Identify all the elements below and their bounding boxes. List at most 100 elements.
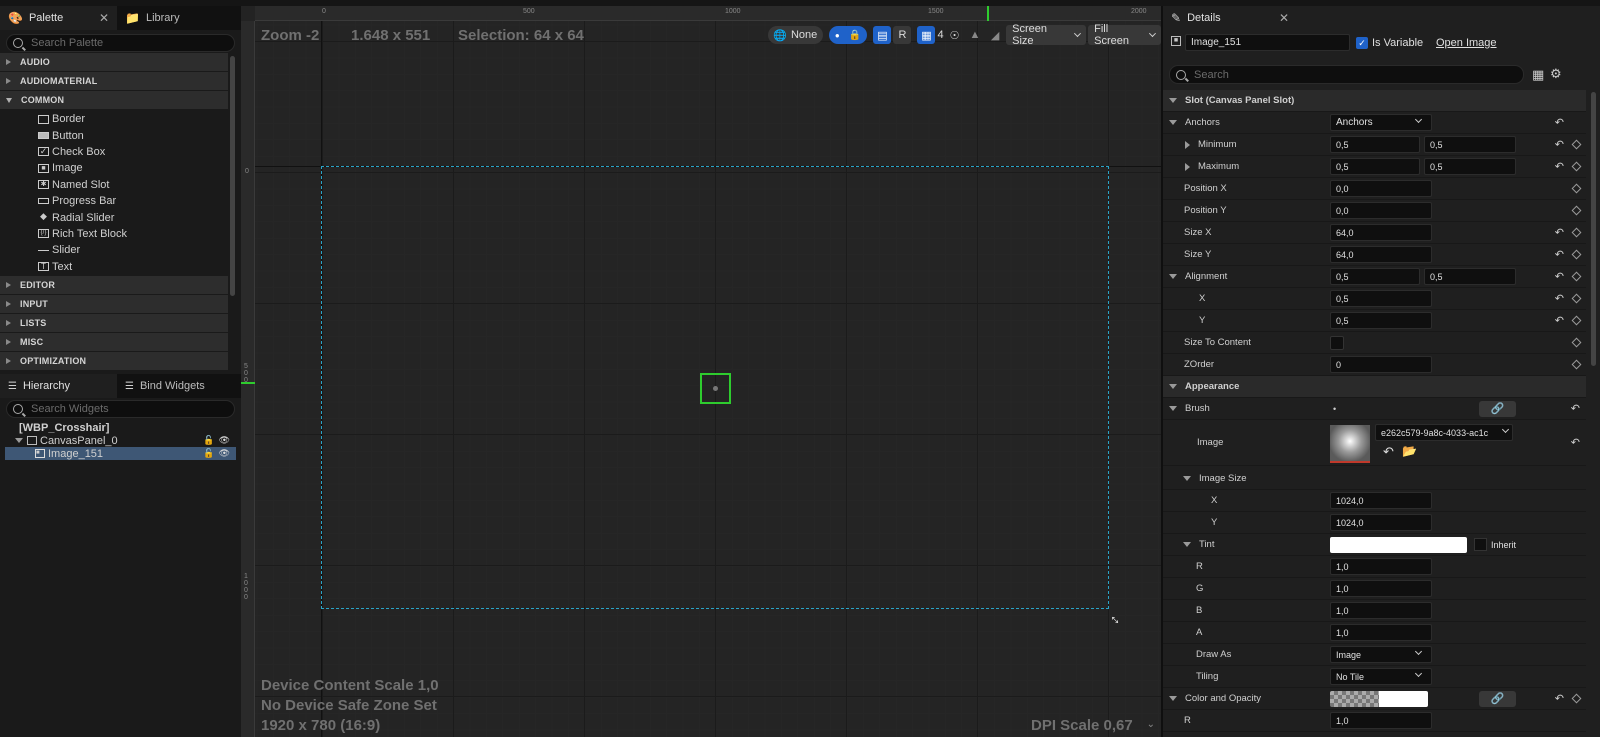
keyframe-icon[interactable] <box>1571 337 1582 348</box>
image-size-x-input[interactable]: 1024,0 <box>1330 492 1432 509</box>
category-misc[interactable]: MISC <box>0 332 228 352</box>
keyframe-icon[interactable] <box>1571 249 1582 260</box>
browse-icon[interactable]: 📂 <box>1402 444 1417 458</box>
palette-item-text[interactable]: T Text <box>0 259 228 275</box>
hierarchy-canvas-panel[interactable]: CanvasPanel_0 🔓 👁 <box>5 434 236 447</box>
respect-locks-button[interactable]: R <box>893 26 912 44</box>
size-y-input[interactable]: 64,0 <box>1330 246 1432 263</box>
palette-item-radial-slider[interactable]: ◆ Radial Slider <box>0 209 228 225</box>
keyframe-icon[interactable] <box>1571 161 1582 172</box>
tint-r-input[interactable]: 1,0 <box>1330 558 1432 575</box>
position-y-input[interactable]: 0,0 <box>1330 202 1432 219</box>
open-image-link[interactable]: Open Image <box>1436 37 1497 49</box>
alignment-y-input[interactable]: 0,5 <box>1424 268 1516 285</box>
section-appearance[interactable]: Appearance <box>1163 376 1586 398</box>
transform-icon[interactable]: ☉ <box>946 26 964 44</box>
fill-screen-dropdown[interactable]: Fill Screen <box>1088 23 1161 47</box>
alignment-x-input[interactable]: 0,5 <box>1330 268 1420 285</box>
expand-arrow-icon[interactable] <box>1169 696 1177 701</box>
palette-search-input[interactable]: Search Palette <box>6 34 235 52</box>
reset-icon[interactable]: ↶ <box>1555 248 1564 261</box>
section-slot[interactable]: Slot (Canvas Panel Slot) <box>1163 90 1586 112</box>
image-mode-icon[interactable]: ▲ <box>966 26 985 44</box>
keyframe-icon[interactable] <box>1571 315 1582 326</box>
keyframe-icon[interactable] <box>1571 139 1582 150</box>
reset-icon[interactable]: ↶ <box>1555 270 1564 283</box>
close-icon[interactable]: ✕ <box>99 11 109 25</box>
tint-color-swatch[interactable] <box>1330 536 1467 553</box>
expand-arrow-icon[interactable] <box>1183 542 1191 547</box>
alignment-x-field[interactable]: 0,5 <box>1330 290 1432 307</box>
keyframe-icon[interactable] <box>1571 227 1582 238</box>
lock-toggle[interactable]: ● 🔒 <box>828 26 868 44</box>
minimum-y-input[interactable]: 0,5 <box>1424 136 1516 153</box>
maximum-y-input[interactable]: 0,5 <box>1424 158 1516 175</box>
link-button[interactable]: 🔗 <box>1479 400 1516 417</box>
reset-icon[interactable]: ↶ <box>1555 116 1564 129</box>
reset-icon[interactable]: ↶ <box>1555 292 1564 305</box>
color-r-input[interactable]: 1,0 <box>1330 712 1432 729</box>
hierarchy-root[interactable]: [WBP_Crosshair] <box>5 421 236 434</box>
eye-icon[interactable]: 👁 <box>219 435 230 446</box>
tab-hierarchy[interactable]: ☰ Hierarchy <box>0 374 117 398</box>
keyframe-icon[interactable] <box>1571 205 1582 216</box>
zorder-input[interactable]: 0 <box>1330 356 1432 373</box>
image-asset-dropdown[interactable]: e262c579-9a8c-4033-ac1c <box>1375 424 1513 441</box>
layout-toggle[interactable]: ▤ <box>873 26 892 44</box>
tint-b-input[interactable]: 1,0 <box>1330 602 1432 619</box>
tint-g-input[interactable]: 1,0 <box>1330 580 1432 597</box>
palette-item-checkbox[interactable]: ✓ Check Box <box>0 144 228 160</box>
category-lists[interactable]: LISTS <box>0 313 228 333</box>
size-to-content-checkbox[interactable] <box>1330 335 1344 350</box>
keyframe-icon[interactable] <box>1571 693 1582 704</box>
image-size-y-input[interactable]: 1024,0 <box>1330 514 1432 531</box>
reset-icon[interactable]: ↶ <box>1555 138 1564 151</box>
eye-icon[interactable]: 👁 <box>219 448 230 459</box>
keyframe-icon[interactable] <box>1571 293 1582 304</box>
details-scrollbar[interactable] <box>1591 92 1596 366</box>
expand-arrow-icon[interactable] <box>1185 140 1190 149</box>
lock-icon[interactable]: 🔓 <box>203 435 214 446</box>
hierarchy-search-input[interactable]: Search Widgets <box>6 400 235 418</box>
reset-icon[interactable]: ↶ <box>1555 160 1564 173</box>
grid-count[interactable]: 4 <box>937 29 943 41</box>
image-thumbnail[interactable] <box>1330 425 1370 463</box>
tab-bind-widgets[interactable]: ☰ Bind Widgets <box>117 374 213 398</box>
palette-item-image[interactable]: ■ Image <box>0 160 228 176</box>
category-common[interactable]: COMMON <box>0 91 228 110</box>
reset-icon[interactable]: ↶ <box>1555 226 1564 239</box>
gear-icon[interactable]: ⚙ <box>1550 66 1562 82</box>
reset-icon[interactable]: ↶ <box>1555 314 1564 327</box>
alignment-y-field[interactable]: 0,5 <box>1330 312 1432 329</box>
minimum-x-input[interactable]: 0,5 <box>1330 136 1420 153</box>
category-input[interactable]: INPUT <box>0 294 228 314</box>
draw-as-dropdown[interactable]: Image <box>1330 646 1432 663</box>
category-editor[interactable]: EDITOR <box>0 275 228 295</box>
details-search-input[interactable]: Search <box>1169 65 1524 84</box>
tab-library[interactable]: 📁 Library <box>117 6 188 30</box>
expand-arrow-icon[interactable] <box>1169 274 1177 279</box>
pivot-point[interactable] <box>713 386 718 391</box>
tint-a-input[interactable]: 1,0 <box>1330 624 1432 641</box>
screen-size-dropdown[interactable]: Screen Size <box>1006 23 1087 47</box>
palette-item-button[interactable]: Button <box>0 127 228 143</box>
reset-icon[interactable]: ↶ <box>1571 436 1580 449</box>
anchors-dropdown[interactable]: Anchors <box>1330 114 1432 131</box>
palette-item-slider[interactable]: Slider <box>0 242 228 258</box>
category-optimization[interactable]: OPTIMIZATION <box>0 351 228 371</box>
tiling-dropdown[interactable]: No Tile <box>1330 668 1432 685</box>
widget-name-input[interactable]: Image_151 <box>1185 34 1350 51</box>
palette-item-border[interactable]: Border <box>0 111 228 127</box>
color-opacity-swatch[interactable] <box>1330 690 1428 707</box>
category-audio[interactable]: AUDIO <box>0 53 228 72</box>
reset-icon[interactable]: ↶ <box>1571 402 1580 415</box>
expand-arrow-icon[interactable] <box>1185 162 1190 171</box>
tab-palette[interactable]: 🎨 Palette ✕ <box>0 6 117 30</box>
expand-arrow-icon[interactable] <box>1169 406 1177 411</box>
position-x-input[interactable]: 0,0 <box>1330 180 1432 197</box>
grid-snap-toggle[interactable]: ▦ <box>917 26 936 44</box>
localization-button[interactable]: 🌐 None <box>768 26 823 44</box>
link-button[interactable]: 🔗 <box>1479 690 1516 707</box>
reset-icon[interactable]: ↶ <box>1555 692 1564 705</box>
selected-image-widget[interactable] <box>700 373 731 404</box>
